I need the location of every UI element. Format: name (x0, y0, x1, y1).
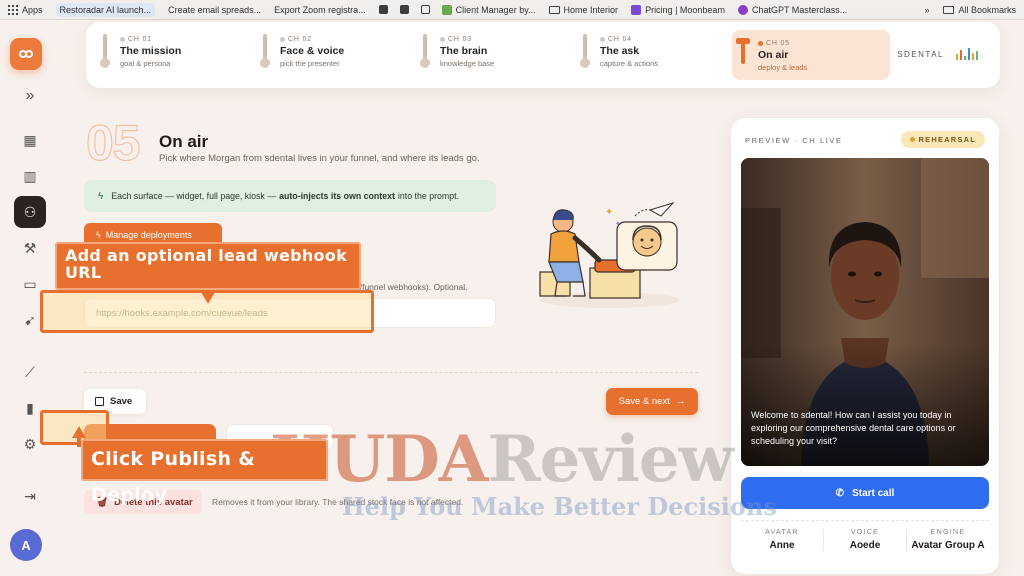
folder-icon (548, 5, 560, 14)
info-bold: auto-injects its own context (279, 191, 395, 201)
chapter-number: CH 01 (128, 36, 152, 43)
thermometer-icon (580, 34, 590, 68)
thermometer-icon (100, 34, 110, 68)
thermometer-icon (420, 34, 430, 68)
phone-icon: ✆ (835, 487, 845, 499)
avatar-caption: Welcome to sdental! How can I assist you… (751, 410, 956, 447)
bookmark-square-icon[interactable] (378, 5, 388, 14)
chapter-subtitle: pick the presenter (280, 59, 340, 68)
watermark-tagline: Help You Make Better Decisions (342, 492, 777, 521)
chapter-subtitle: knowledge base (440, 59, 495, 68)
bookmark-client-manager[interactable]: Client Manager by... (441, 4, 536, 15)
folder-icon (943, 6, 955, 14)
brand-name: SDENTAL (897, 49, 944, 59)
apps-grid-icon (8, 4, 18, 15)
chapter-number: CH 02 (288, 36, 312, 43)
dashboard-icon[interactable]: ▦ (14, 124, 46, 156)
chapter-title: The mission (120, 45, 182, 57)
chapter-title: The ask (600, 45, 640, 57)
arrow-down-icon (201, 292, 215, 304)
collapse-icon[interactable]: » (14, 80, 46, 112)
trend-icon[interactable]: ⟋ (14, 356, 46, 388)
brand-mark: SDENTAL (897, 48, 978, 60)
bookmarks-overflow[interactable]: » (924, 5, 929, 15)
chapter-subtitle: deploy & leads (758, 63, 808, 72)
chapter-title: Face & voice (280, 45, 345, 57)
tutorial-callout-webhook: Add an optional lead webhook URL (55, 242, 361, 290)
deploy-illustration: ✦ ✦ (539, 201, 680, 308)
avatar-video[interactable]: Welcome to sdental! How can I assist you… (741, 158, 989, 466)
info-text: Each surface — widget, full page, kiosk … (111, 191, 277, 201)
bookmarks-right: » All Bookmarks (918, 0, 1016, 19)
info-banner: ϟ Each surface — widget, full page, kios… (84, 180, 496, 212)
bookmark-pricing[interactable]: Pricing | Moonbeam (631, 4, 725, 15)
lightning-icon: ϟ (98, 190, 104, 202)
logout-icon[interactable]: ⇥ (14, 480, 46, 512)
bookmark-home-interior[interactable]: Home Interior (548, 5, 618, 15)
bookmark-square-icon[interactable] (399, 5, 409, 14)
chapter-2[interactable]: CH 02 Face & voice pick the presenter (260, 32, 344, 78)
save-next-button[interactable]: Save & next → (606, 388, 698, 415)
bookmark-restoradar[interactable]: Restoradar AI launch... (55, 2, 156, 17)
page-icon (441, 4, 452, 15)
brand-bars-icon (956, 48, 978, 60)
chapter-1[interactable]: CH 01 The mission goal & persona (100, 32, 181, 78)
bookmarks-bar: Apps Restoradar AI launch... Create emai… (0, 0, 1024, 20)
all-bookmarks[interactable]: All Bookmarks (943, 5, 1016, 15)
watermark: HUDAReview (270, 422, 734, 497)
lightning-icon: ϟ (96, 230, 101, 240)
chapter-subtitle: capture & actions (600, 59, 658, 68)
chapter-number: CH 04 (608, 36, 632, 43)
user-avatar[interactable]: A (10, 529, 42, 561)
page-title: On air (159, 132, 209, 151)
chapter-number: CH 05 (766, 40, 790, 47)
page-icon (631, 4, 642, 15)
status-dot-icon (909, 137, 915, 142)
bookmark-create-email[interactable]: Create email spreads... (168, 5, 261, 15)
app-logo[interactable] (10, 38, 42, 70)
preview-label: PREVIEW · CH LIVE (745, 136, 843, 145)
chapter-title: On air (758, 49, 789, 61)
chapter-4[interactable]: CH 04 The ask capture & actions (580, 32, 658, 78)
thermometer-icon (736, 38, 750, 72)
info-text-after: into the prompt. (397, 191, 460, 201)
chapter-5[interactable]: CH 05 On air deploy & leads (732, 30, 890, 80)
arrow-right-icon: → (675, 396, 686, 407)
chapter-3[interactable]: CH 03 The brain knowledge base (420, 32, 494, 78)
rehearsal-badge: REHEARSAL (900, 131, 985, 148)
stat-avatar: AVATAR Anne (765, 529, 799, 551)
stat-engine: ENGINE Avatar Group A (906, 529, 989, 551)
save-icon (95, 397, 104, 406)
chapter-number: CH 03 (448, 36, 472, 43)
page-subtitle: Pick where Morgan from sdental lives in … (159, 153, 480, 164)
magic-wand-icon[interactable]: ⚒ (14, 232, 46, 264)
stat-voice: VOICE Aoede (823, 529, 906, 551)
bookmark-apps[interactable]: Apps (8, 4, 43, 15)
users-icon[interactable]: ⚇ (14, 196, 46, 228)
chapter-stepper: CH 01 The mission goal & persona CH 02 F… (86, 22, 1000, 88)
chapter-subtitle: goal & persona (120, 59, 171, 68)
tutorial-callout-publish: Click Publish & Deploy (81, 439, 328, 506)
bookmark-export-zoom[interactable]: Export Zoom registra... (274, 5, 366, 15)
svg-text:✦: ✦ (605, 207, 613, 218)
start-call-button[interactable]: ✆ Start call (741, 477, 989, 509)
svg-text:✦: ✦ (615, 220, 621, 228)
divider (84, 372, 698, 373)
avatar-stats: AVATAR Anne VOICE Aoede ENGINE Avatar Gr… (741, 520, 989, 551)
thermometer-icon (260, 34, 270, 68)
bookmark-grid-icon[interactable] (420, 5, 430, 14)
buildings-icon[interactable]: ▥ (14, 160, 46, 192)
step-number: 05 (85, 115, 141, 171)
chapter-title: The brain (440, 45, 488, 57)
bookmark-chatgpt[interactable]: ChatGPT Masterclass... (737, 4, 847, 15)
page-icon (737, 4, 748, 15)
